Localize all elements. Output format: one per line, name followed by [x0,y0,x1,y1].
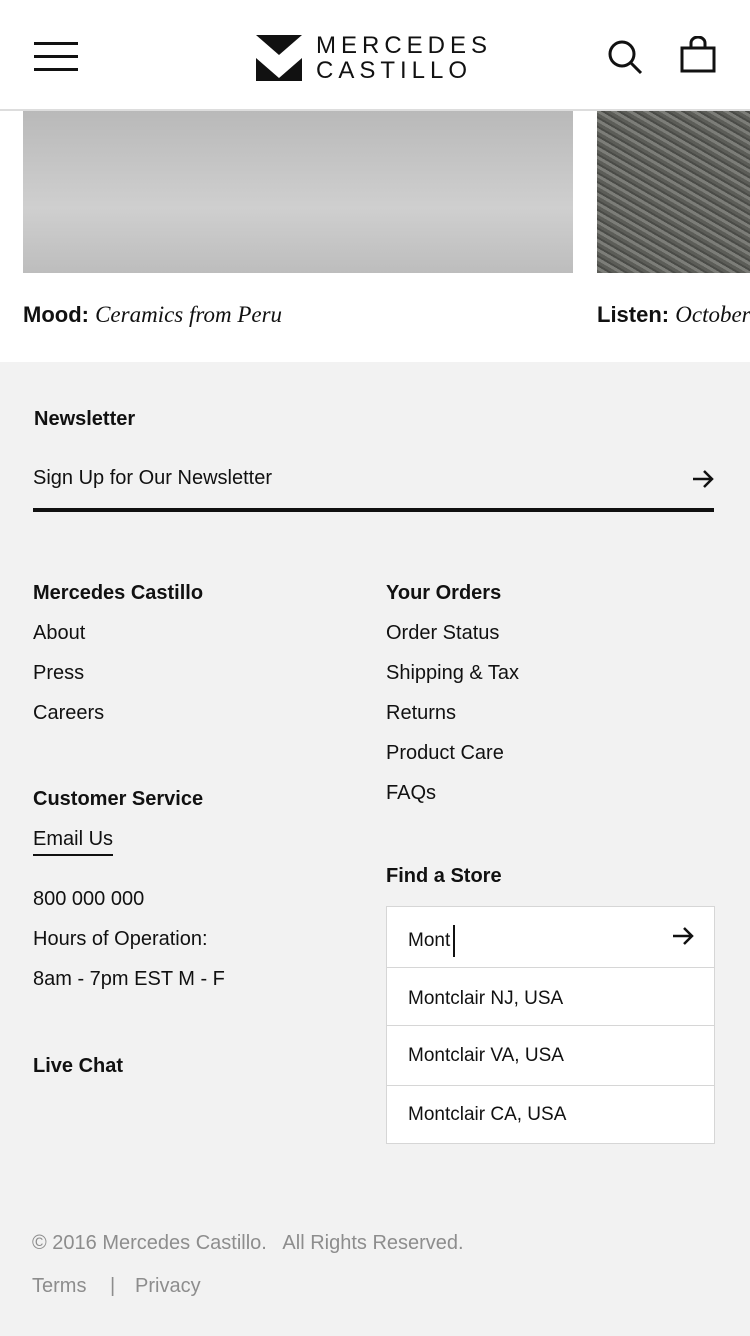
link-faqs[interactable]: FAQs [386,781,436,805]
store-suggestion[interactable]: Montclair CA, USA [387,1085,714,1144]
newsletter-underline [33,508,714,512]
arrow-right-icon[interactable] [692,469,714,489]
newsletter-heading: Newsletter [34,408,136,430]
link-about[interactable]: About [33,621,85,645]
link-shipping-tax[interactable]: Shipping & Tax [386,661,519,685]
hours-label: Hours of Operation: [33,928,208,950]
terms-link[interactable]: Terms [32,1274,86,1298]
email-us-link[interactable]: Email Us [33,827,114,856]
link-product-care[interactable]: Product Care [386,741,504,765]
link-returns[interactable]: Returns [386,701,456,725]
arrow-right-icon[interactable] [672,926,694,946]
col1-heading: Mercedes Castillo [33,582,204,604]
service-heading: Customer Service [33,788,204,810]
feature-carousel: Mood: Ceramics from Peru Listen: October [0,111,750,362]
site-header: MERCEDES CASTILLO [0,0,750,111]
hours-value: 8am - 7pm EST M - F [33,968,225,990]
link-careers[interactable]: Careers [33,701,104,725]
footer-separator: | [110,1275,116,1297]
text-cursor [453,925,456,957]
shopping-bag-icon[interactable] [680,36,716,74]
live-chat-link[interactable]: Live Chat [33,1054,123,1078]
store-suggestion[interactable]: Montclair NJ, USA [387,967,714,1025]
feature-caption[interactable]: Listen: October [597,302,750,328]
newsletter-input[interactable]: Sign Up for Our Newsletter [33,466,714,490]
privacy-link[interactable]: Privacy [135,1274,201,1298]
feature-caption[interactable]: Mood: Ceramics from Peru [23,302,282,328]
col2-heading: Your Orders [386,582,502,604]
menu-icon[interactable] [34,42,78,72]
link-press[interactable]: Press [33,661,84,685]
store-suggestion[interactable]: Montclair VA, USA [387,1025,714,1085]
store-search-input[interactable]: Mont [408,925,456,957]
feature-image-ceramics[interactable] [23,111,573,273]
store-search: Mont Montclair NJ, USA Montclair VA, USA… [386,906,715,1144]
search-icon[interactable] [606,38,644,76]
logo-mark-icon [256,35,302,81]
feature-image-landscape[interactable] [597,111,750,273]
phone-number[interactable]: 800 000 000 [33,887,144,911]
copyright: © 2016 Mercedes Castillo. All Rights Res… [32,1232,464,1254]
logo-line2: CASTILLO [316,57,473,84]
find-store-heading: Find a Store [386,865,502,887]
logo-line1: MERCEDES [316,32,493,59]
link-order-status[interactable]: Order Status [386,621,499,645]
logo[interactable]: MERCEDES CASTILLO [256,33,492,83]
